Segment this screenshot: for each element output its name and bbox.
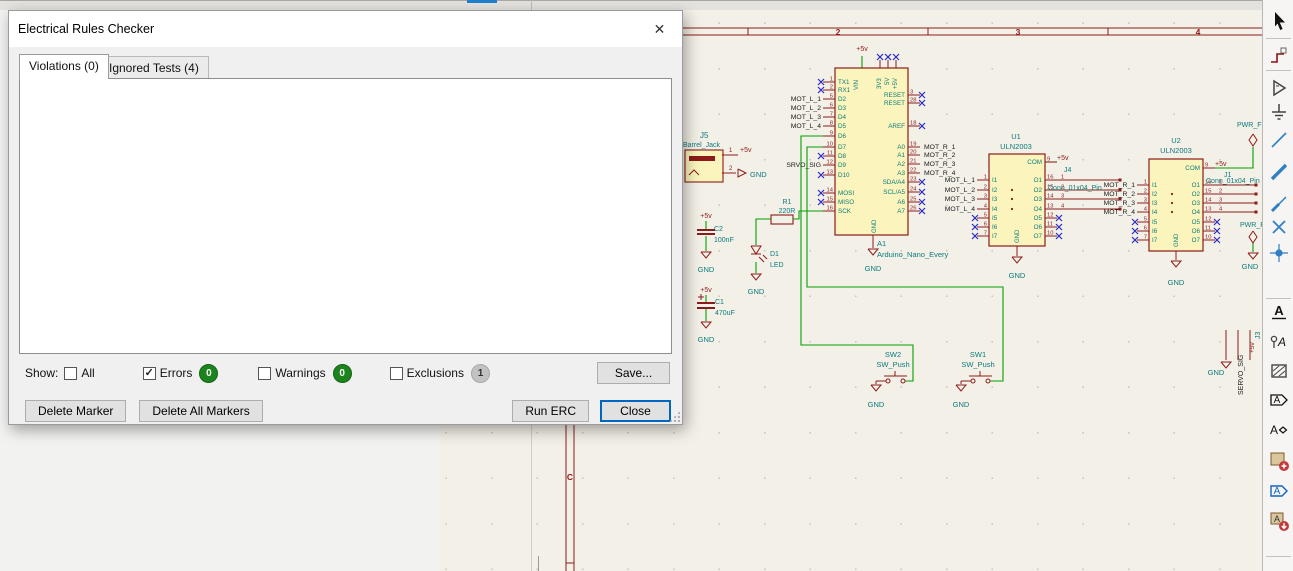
tool-place-power-port[interactable] [1267,100,1291,124]
errors-count-badge: 0 [199,363,219,383]
tool-junction[interactable] [1267,241,1291,265]
draw-bus-icon [1270,163,1288,181]
highlight-net-icon [1271,47,1287,63]
svg-text:A: A [1274,395,1281,406]
toolbar-separator [1266,556,1291,557]
toolbar-separator [1266,298,1291,299]
dialog-title: Electrical Rules Checker [18,22,155,36]
svg-text:A: A [1274,303,1284,318]
hierarchical-sheet-icon [1270,452,1289,471]
tool-draw-bus[interactable] [1267,160,1291,184]
selection-cursor-icon [1275,12,1285,30]
global-label-icon: A [1270,394,1288,406]
active-tab-indicator [467,0,497,3]
draw-wire-icon [1271,132,1287,148]
checkbox-all[interactable] [64,366,78,380]
show-label: Show: [25,366,59,380]
strip-divider [531,0,532,10]
tool-bus-entry[interactable] [1267,191,1291,215]
import-sheet-pin-icon: A [1270,485,1288,497]
place-power-port-icon [1272,104,1286,120]
svg-text:A: A [1274,514,1280,524]
tool-selection-cursor[interactable] [1267,9,1291,33]
delete-marker-button[interactable]: Delete Marker [25,399,127,422]
junction-icon [1270,244,1288,262]
rule-area-icon [1271,364,1287,378]
dialog-titlebar[interactable]: Electrical Rules Checker ✕ [9,11,682,47]
tool-global-label[interactable]: A [1267,388,1291,412]
window-top-strip [0,0,1262,10]
toolbar-separator [1266,70,1291,71]
close-icon[interactable]: ✕ [637,11,682,47]
erc-dialog: Electrical Rules Checker ✕ Violations (0… [8,10,683,425]
checkbox-exclusions[interactable] [389,366,403,380]
svg-text:A: A [1277,335,1286,349]
checkbox-exclusions-label[interactable]: Exclusions [407,366,464,380]
save-button[interactable]: Save... [597,362,670,384]
right-toolbar: A A A A A A [1262,0,1293,571]
no-connect-flag-icon [1272,220,1286,234]
checkbox-warnings-label[interactable]: Warnings [275,366,325,380]
svg-text:A: A [1270,423,1278,437]
tab-ignored[interactable]: Ignored Tests (4) [99,56,209,79]
tool-import-sheet-pin[interactable]: A [1267,479,1291,503]
checkbox-errors[interactable]: ✓ [142,366,156,380]
net-label-icon: A [1272,303,1286,320]
bus-entry-icon [1270,196,1287,213]
tool-hierarchical-label[interactable]: A [1267,418,1291,442]
tool-no-connect-flag[interactable] [1267,215,1291,239]
tool-draw-wire[interactable] [1267,128,1291,152]
hierarchical-label-icon: A [1270,423,1288,437]
app-window: 1 TX1 2 RX1 5 D2 MOT_L_1 6 D3 MOT_L_2 7 D4 MOT_L_3 8 D… [0,0,1293,571]
checkbox-all-label[interactable]: All [81,366,94,380]
dialog-button-row: Delete Marker Delete All Markers Run ERC… [25,399,671,422]
checkbox-warnings[interactable] [258,366,272,380]
place-symbol-icon [1273,79,1287,97]
tool-sheet-pin[interactable]: A [1267,509,1291,533]
tool-place-symbol[interactable] [1267,76,1291,100]
tool-rule-area[interactable] [1267,359,1291,383]
checkbox-errors-label[interactable]: Errors [160,366,193,380]
close-button[interactable]: Close [600,399,671,422]
window-edge [538,556,539,571]
netclass-directive-icon: A [1270,335,1286,349]
run-erc-button[interactable]: Run ERC [512,399,589,422]
svg-text:A: A [1274,486,1281,497]
tool-net-label[interactable]: A [1267,300,1291,324]
toolbar-separator [1266,38,1291,39]
tab-violations[interactable]: Violations (0) [19,54,109,79]
filter-row: Show: All ✓ Errors 0 Warnings 0 Exclusio… [25,362,670,384]
tool-hierarchical-sheet[interactable] [1267,449,1291,473]
violations-list[interactable] [19,78,672,354]
sheet-pin-icon: A [1270,512,1289,531]
tool-highlight-net[interactable] [1267,44,1291,68]
tool-netclass-directive[interactable]: A [1267,330,1291,354]
delete-all-markers-button[interactable]: Delete All Markers [139,399,263,422]
warnings-count-badge: 0 [332,363,352,383]
exclusions-count-badge: 1 [470,363,490,383]
